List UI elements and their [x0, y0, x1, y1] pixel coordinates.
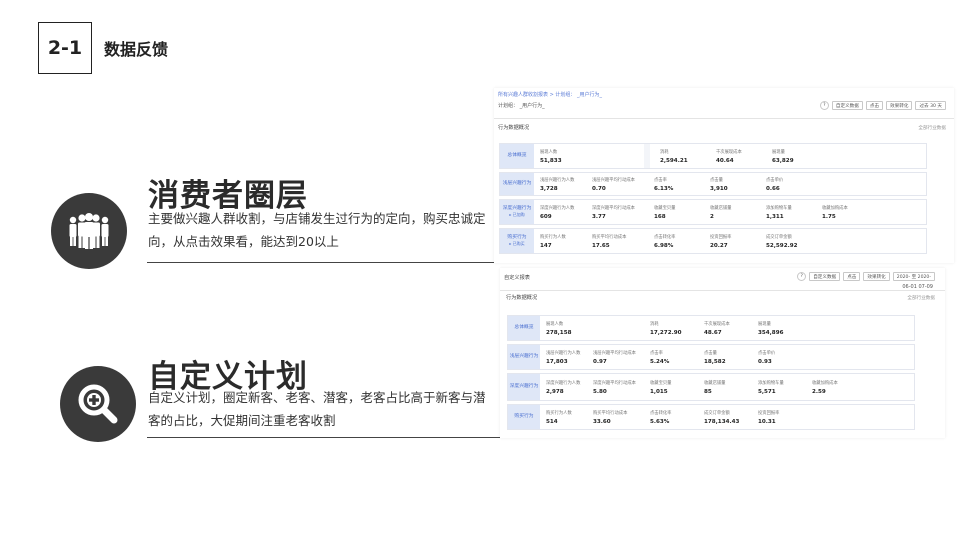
click-select[interactable]: 点击 — [865, 101, 884, 110]
click-select[interactable]: 点击 — [843, 272, 861, 281]
row-label[interactable]: 总体概览 — [514, 325, 533, 331]
custom-data-select[interactable]: 自定义数据 — [831, 101, 863, 110]
report-screenshot-2: 自定义报表 ? 自定义数据 点击 效果转化 2020- 至 2020- 06-0… — [500, 268, 945, 438]
section-title: 行为数据概况 — [506, 295, 538, 301]
breadcrumb[interactable]: 所有兴趣人群收割报表 > 计划组： _用户行为_ — [498, 91, 602, 98]
metric-row: 购买行为 ▸ 已购买 购买行为人数 147 购买平均行动成本 17.65 点击转化率 6… — [499, 228, 927, 254]
row-label[interactable]: 购买行为 — [514, 414, 533, 420]
custom-report-title: 自定义报表 — [504, 275, 530, 281]
info-icon[interactable]: ? — [819, 101, 829, 110]
industry-data-link[interactable]: 全部行业数据 — [907, 295, 935, 301]
row-label[interactable]: 深度兴趣行为 — [510, 384, 539, 390]
page-title: 数据反馈 — [104, 40, 169, 59]
section1-divider — [147, 262, 495, 263]
effect-select[interactable]: 效果转化 — [863, 272, 890, 281]
row-label[interactable]: 浅层兴趣行为 — [510, 354, 539, 360]
metric-row: 浅层兴趣行为 浅层兴趣行为人数 17,803 浅层兴趣平均行动成本 0.97 点击率… — [507, 344, 915, 370]
magnify-plus-icon — [60, 366, 136, 442]
report-screenshot-1: 所有兴趣人群收割报表 > 计划组： _用户行为_ 计划组： _用户行为_ ? 自… — [494, 88, 954, 263]
row-label[interactable]: 浅层兴趣行为 — [503, 181, 532, 187]
industry-data-link[interactable]: 全部行业数据 — [918, 125, 946, 131]
section2-description: 自定义计划，圈定新客、老客、潜客，老客占比高于新客与潜客的占比，大促期间注重老客… — [148, 390, 486, 428]
metric-row: 购买行为 购买行为人数 514 购买平均行动成本 33.60 点击转化率 5.63% … — [507, 404, 915, 430]
section-number-badge: 2-1 — [38, 22, 92, 74]
custom-data-select[interactable]: 自定义数据 — [809, 272, 841, 281]
plan-group-label: 计划组： _用户行为_ — [498, 103, 545, 109]
metric-row: 浅层兴趣行为 浅层兴趣行为人数 3,728 浅层兴趣平均行动成本 0.70 点击率 6… — [499, 172, 927, 196]
metric-row: 总体概览 展现人数 51,833 消耗 2,594.21 千次展现成本 40.64 展… — [499, 143, 927, 169]
metric-row: 深度兴趣行为 深度兴趣行为人数 2,978 深度兴趣平均行动成本 5.80 收藏宝贝… — [507, 373, 915, 401]
info-icon[interactable]: ? — [797, 272, 807, 281]
metric-row: 深度兴趣行为 ▸ 已加购 深度兴趣行为人数 609 深度兴趣平均行动成本 3.77 收… — [499, 199, 927, 225]
section2-divider — [147, 437, 513, 438]
row-label[interactable]: 总体概览 — [507, 153, 526, 159]
date-range-select[interactable]: 2020- 至 2020- — [892, 272, 935, 281]
date-range-select[interactable]: 过去 30 天 — [915, 101, 946, 110]
people-group-icon — [51, 193, 127, 269]
section1-description: 主要做兴趣人群收割，与店铺发生过行为的定向，购买忠诚定向，从点击效果看，能达到2… — [148, 211, 486, 249]
metric-row: 总体概览 展现人数 278,158 消耗 17,272.90 千次展现成本 48.67… — [507, 315, 915, 341]
effect-select[interactable]: 效果转化 — [886, 101, 913, 110]
section-title: 行为数据概况 — [498, 125, 530, 131]
